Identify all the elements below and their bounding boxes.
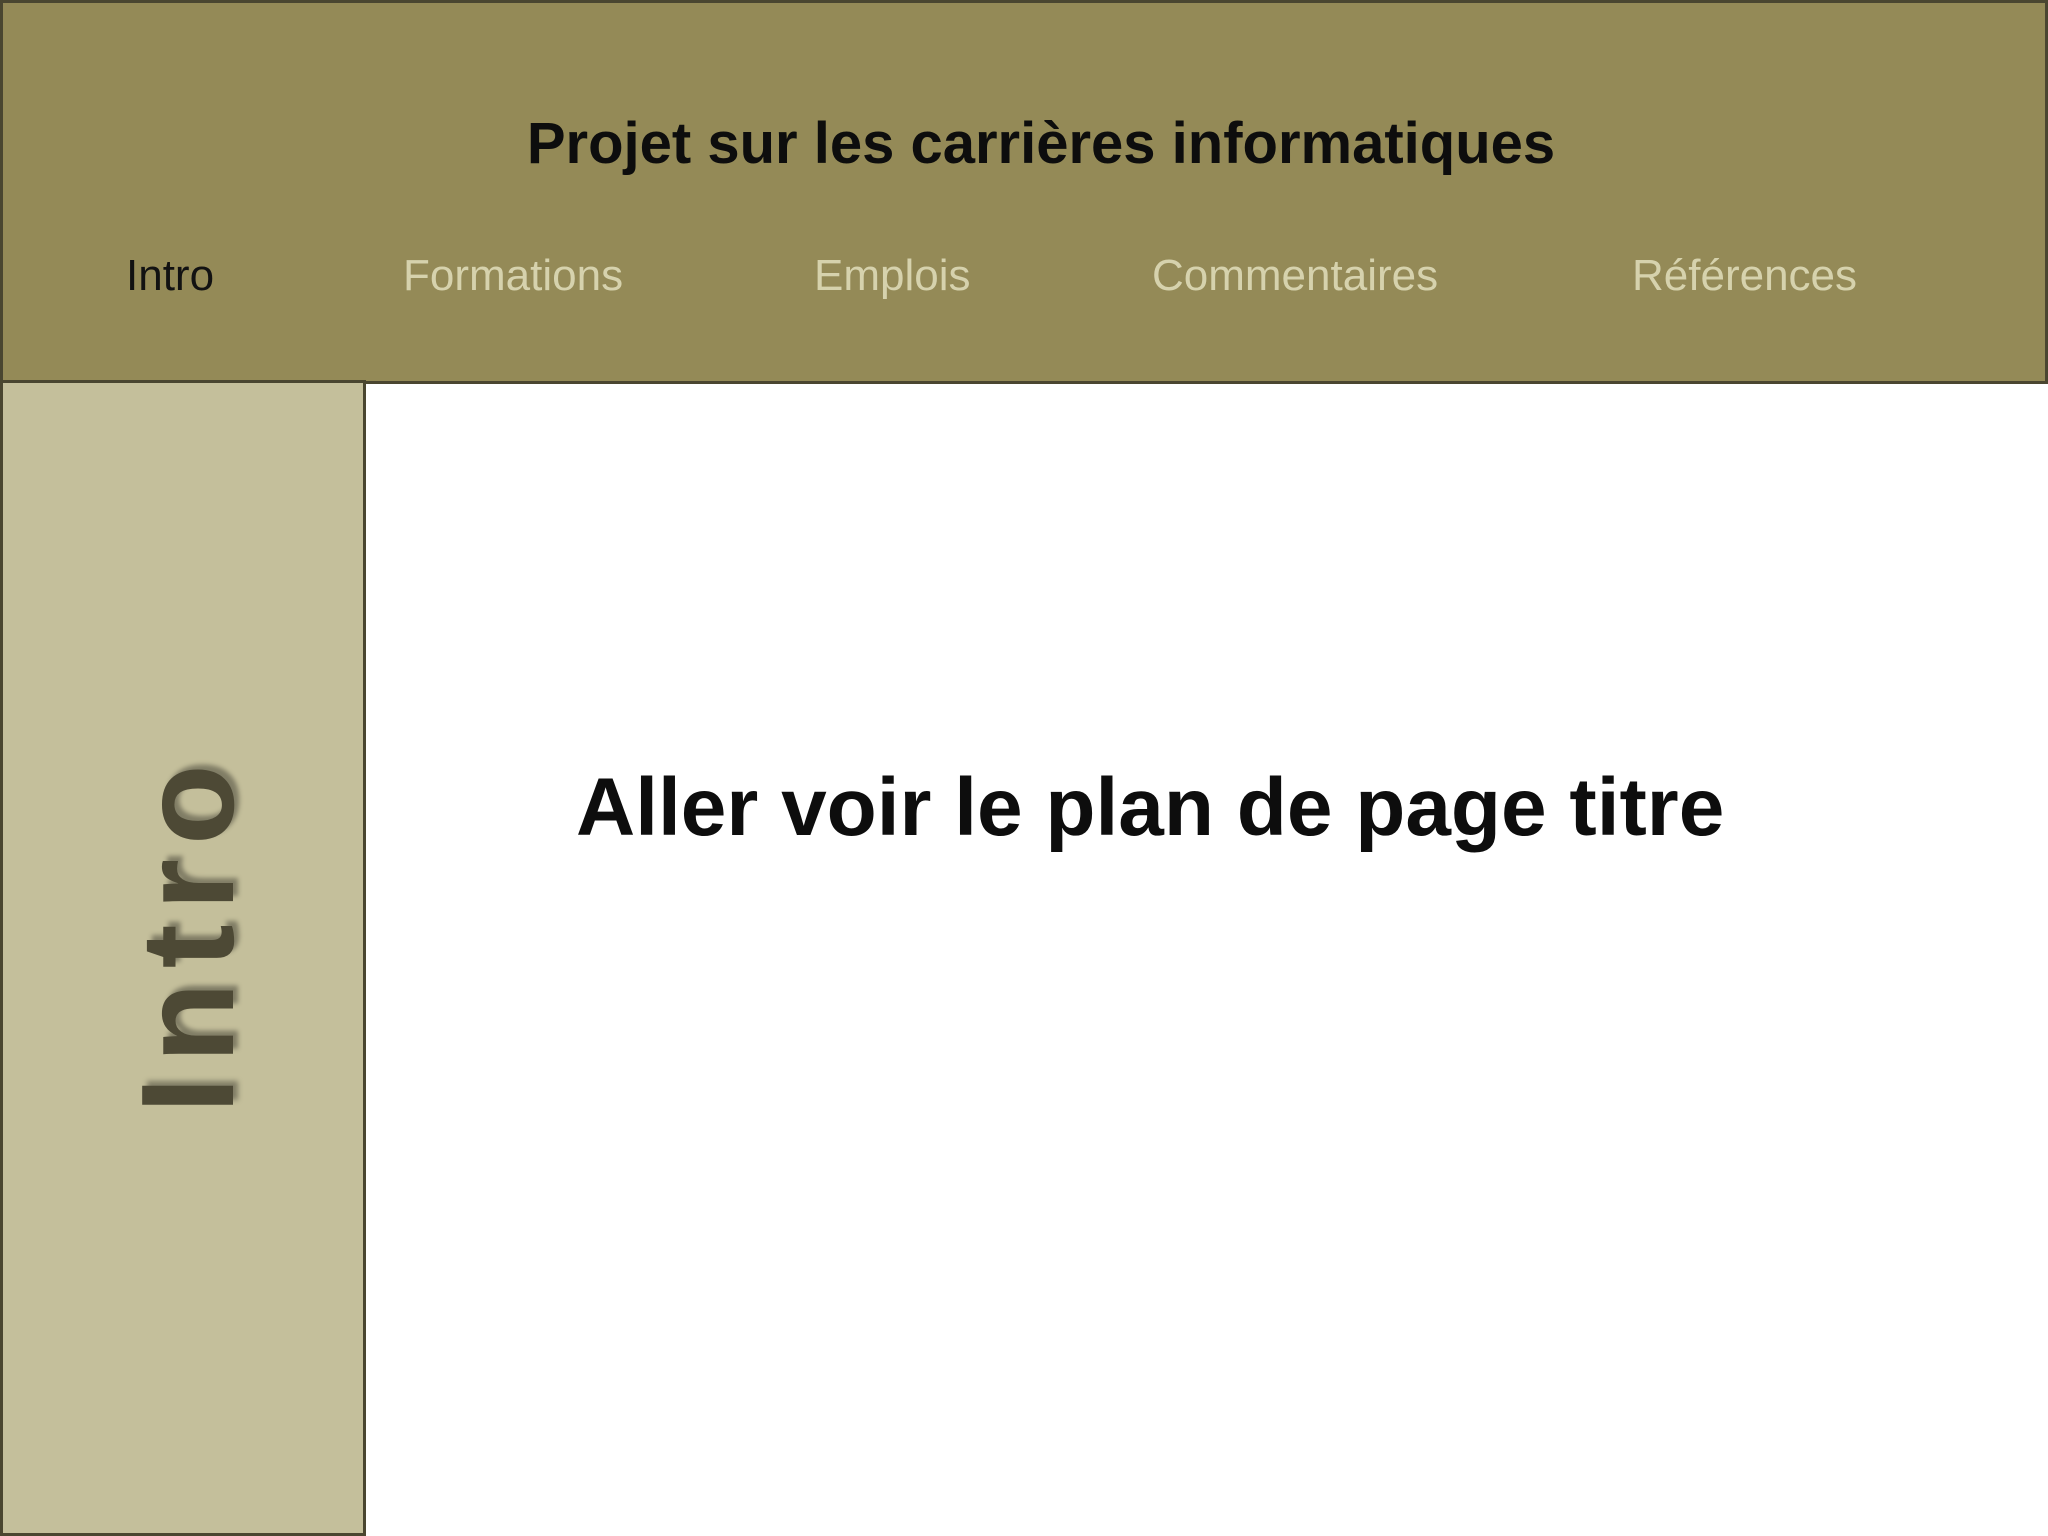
nav-item-commentaires[interactable]: Commentaires <box>1152 248 1438 304</box>
header-bar <box>0 0 2048 384</box>
sidebar-section-label: Intro <box>114 750 261 1114</box>
nav-item-emplois[interactable]: Emplois <box>814 248 971 304</box>
page-title: Projet sur les carrières informatiques <box>526 111 1556 176</box>
nav-item-references[interactable]: Références <box>1632 248 1857 304</box>
main-heading: Aller voir le plan de page titre <box>576 762 1725 853</box>
nav-item-formations[interactable]: Formations <box>403 248 623 304</box>
content-area <box>366 384 2048 1536</box>
nav-item-intro[interactable]: Intro <box>126 248 214 304</box>
